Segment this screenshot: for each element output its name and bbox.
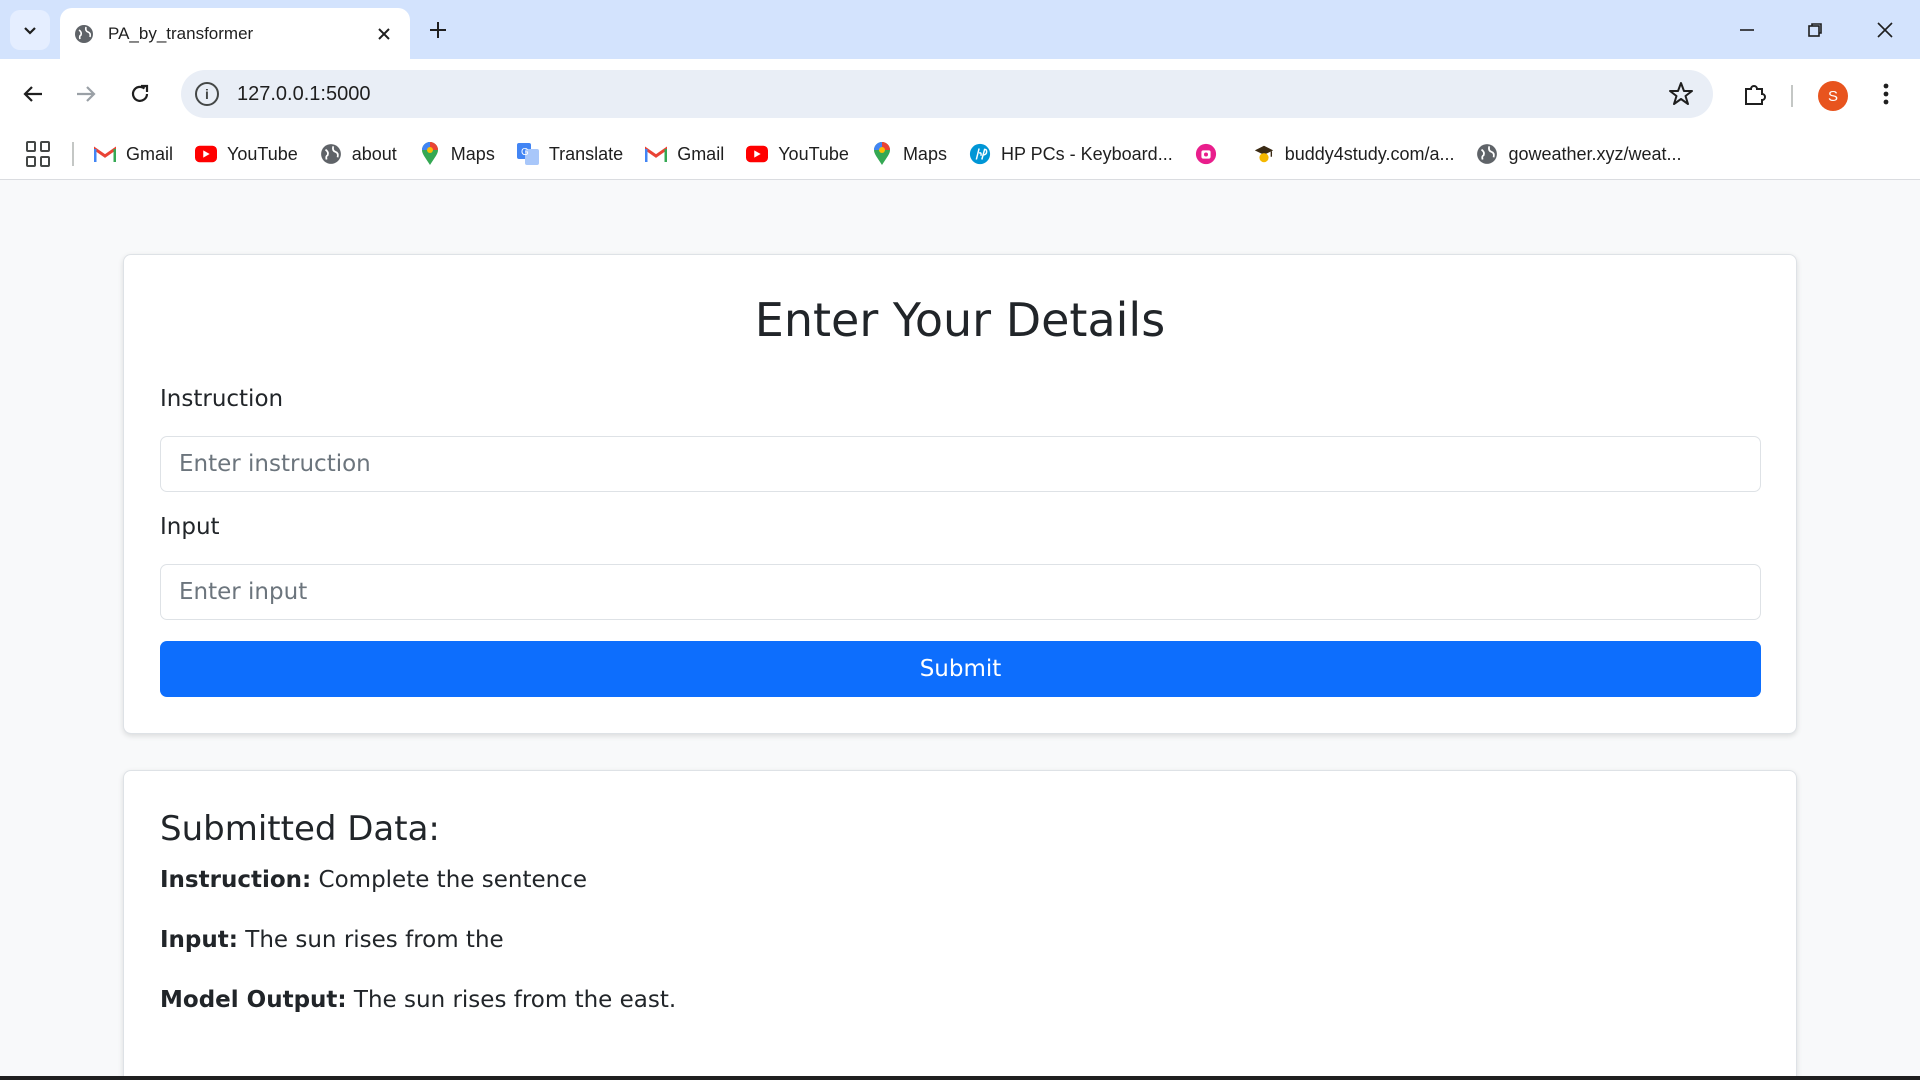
address-bar[interactable]: i 127.0.0.1:5000 [181, 70, 1713, 118]
bookmark-label: HP PCs - Keyboard... [1000, 143, 1173, 164]
bookmarks-bar: Gmail YouTube about Maps G Translate Gma… [0, 129, 1920, 180]
bookmark-hp[interactable]: HP PCs - Keyboard... [969, 143, 1173, 165]
apps-grid-icon[interactable] [26, 141, 52, 167]
bookmark-label: Maps [902, 143, 947, 164]
bookmark-label: Gmail [126, 143, 174, 164]
graduation-cap-icon [1253, 143, 1275, 165]
bookmark-label: Gmail [677, 143, 725, 164]
extensions-button[interactable] [1735, 74, 1775, 114]
result-instruction-line: Instruction: Complete the sentence [160, 867, 587, 893]
toolbar-divider [1791, 85, 1793, 107]
back-button[interactable] [13, 74, 53, 114]
details-form-card: Enter Your Details Instruction Input Sub… [123, 254, 1797, 734]
restore-icon [1808, 23, 1822, 37]
url-text[interactable]: 127.0.0.1:5000 [237, 83, 370, 106]
arrow-right-icon [77, 86, 96, 102]
youtube-icon [746, 143, 769, 165]
profile-avatar[interactable]: S [1818, 81, 1848, 111]
tab-search-button[interactable] [10, 10, 50, 50]
bookmark-youtube[interactable]: YouTube [195, 143, 298, 165]
puzzle-icon [1745, 85, 1766, 105]
bookmark-star-icon[interactable] [1667, 80, 1695, 108]
minimize-icon [1740, 29, 1754, 31]
page-title: Enter Your Details [754, 293, 1166, 347]
globe-icon [1476, 143, 1498, 165]
site-info-icon[interactable]: i [195, 82, 219, 106]
bookmark-gmail-2[interactable]: Gmail [645, 143, 724, 165]
submitted-data-title: Submitted Data: [160, 809, 440, 849]
result-output-label: Model Output: [160, 987, 347, 1013]
chevron-down-icon [24, 27, 36, 35]
plus-icon [430, 22, 446, 38]
app-icon [1195, 143, 1217, 165]
bookmarks-divider [72, 142, 74, 166]
result-output-line: Model Output: The sun rises from the eas… [160, 987, 676, 1013]
forward-button[interactable] [66, 74, 106, 114]
reload-icon [131, 84, 149, 102]
bookmark-label: Translate [548, 143, 624, 164]
bookmark-maps[interactable]: Maps [419, 142, 495, 165]
svg-text:G: G [521, 147, 529, 158]
globe-icon [320, 143, 342, 165]
close-tab-icon[interactable] [372, 22, 396, 46]
reload-button[interactable] [120, 74, 160, 114]
menu-button[interactable] [1866, 74, 1906, 114]
result-output-value: The sun rises from the east. [353, 987, 677, 1013]
arrow-left-icon [23, 86, 42, 102]
browser-tab[interactable]: PA_by_transformer [60, 8, 410, 59]
youtube-icon [195, 143, 218, 165]
result-instruction-label: Instruction: [160, 867, 312, 893]
taskbar-edge [0, 1076, 1920, 1080]
input-field[interactable] [160, 564, 1761, 620]
close-icon [1877, 22, 1893, 38]
bookmark-maps-2[interactable]: Maps [871, 142, 947, 165]
bookmark-label: buddy4study.com/a... [1284, 143, 1455, 164]
input-label: Input [160, 514, 220, 540]
result-input-label: Input: [160, 927, 238, 953]
submit-button[interactable]: Submit [160, 641, 1761, 697]
maps-icon [419, 142, 441, 165]
tab-title: PA_by_transformer [108, 23, 254, 43]
minimize-button[interactable] [1722, 10, 1772, 50]
submitted-data-card: Submitted Data: Instruction: Complete th… [123, 770, 1797, 1080]
bookmark-buddy4study[interactable]: buddy4study.com/a... [1253, 143, 1455, 165]
close-window-button[interactable] [1860, 10, 1910, 50]
browser-toolbar: i 127.0.0.1:5000 S [0, 59, 1920, 129]
tab-strip: PA_by_transformer [0, 0, 1920, 59]
gmail-icon [645, 143, 668, 165]
bookmark-gmail[interactable]: Gmail [94, 143, 173, 165]
bookmark-label: YouTube [778, 143, 849, 164]
instruction-input[interactable] [160, 436, 1761, 492]
more-vertical-icon [1883, 83, 1889, 105]
bookmark-youtube-2[interactable]: YouTube [746, 143, 849, 165]
restore-button[interactable] [1790, 10, 1840, 50]
bookmark-about[interactable]: about [320, 143, 397, 165]
bookmark-label: about [351, 143, 397, 164]
bookmark-translate[interactable]: G Translate [516, 143, 624, 165]
bookmark-label: goweather.xyz/weat... [1508, 143, 1682, 164]
bookmark-label: Maps [450, 143, 495, 164]
result-instruction-value: Complete the sentence [318, 867, 587, 893]
translate-icon: G [516, 143, 539, 165]
result-input-value: The sun rises from the [245, 927, 504, 953]
page-content: Enter Your Details Instruction Input Sub… [0, 181, 1920, 1080]
bookmark-app[interactable] [1195, 143, 1227, 165]
instruction-label: Instruction [160, 386, 284, 412]
bookmark-goweather[interactable]: goweather.xyz/weat... [1476, 143, 1682, 165]
new-tab-button[interactable] [422, 14, 454, 46]
gmail-icon [94, 143, 116, 165]
bookmark-label: YouTube [227, 143, 298, 164]
hp-icon [969, 143, 991, 165]
globe-icon [75, 24, 93, 43]
maps-icon [871, 142, 893, 165]
result-input-line: Input: The sun rises from the [160, 927, 504, 953]
